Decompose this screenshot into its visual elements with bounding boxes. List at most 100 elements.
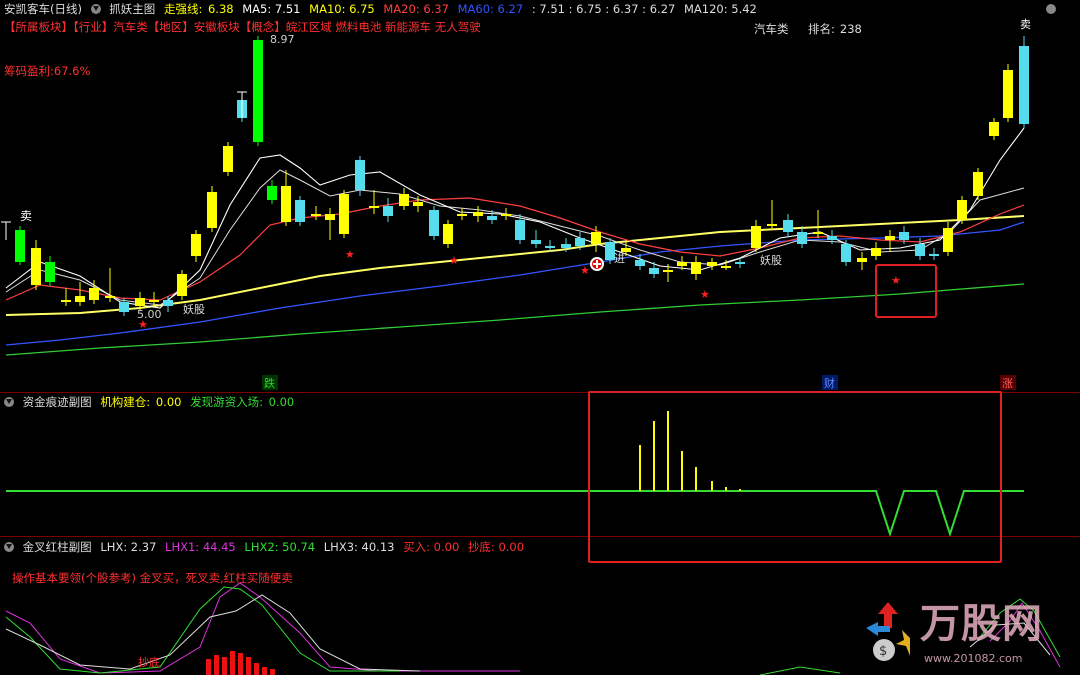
candle-body: [61, 300, 71, 302]
main-chart-panel[interactable]: 安凯客车(日线) 抓妖主图 走强线: 6.38 MA5: 7.51 MA10: …: [0, 0, 1080, 392]
candle-body: [135, 298, 145, 306]
brand-name: 万股网: [920, 601, 1043, 647]
red-column: [262, 667, 267, 675]
candle-body: [413, 202, 423, 206]
candle-body: [1003, 70, 1013, 118]
candle-body: [501, 214, 511, 216]
candle-body: [45, 262, 55, 282]
red-column: [214, 655, 219, 675]
candle-body: [515, 220, 525, 240]
candle-body: [105, 296, 115, 298]
candle-body: [989, 122, 999, 136]
top-marker: [1, 221, 11, 240]
red-column: [230, 651, 235, 675]
candle-body: [663, 270, 673, 272]
candle-body: [677, 262, 687, 266]
candle-body: [207, 192, 217, 228]
candlestick-chart[interactable]: 8.97 5.00 卖 卖 妖股 妖股 进 ★★ ★★★★ 跌 财 涨: [0, 0, 1080, 392]
signal-cai: 财: [824, 376, 835, 390]
candle-body: [191, 234, 201, 256]
candle-body: [885, 236, 895, 240]
candle-body: [751, 226, 761, 248]
candle-body: [813, 232, 823, 234]
candle-body: [177, 274, 187, 296]
brand-url: www.201082.com: [924, 652, 1023, 665]
sell-signal-left: 卖: [20, 209, 32, 223]
signal-zhang: 涨: [1002, 377, 1013, 390]
watermark: $ 万股网 www.201082.com: [858, 598, 1068, 672]
svg-text:$: $: [879, 644, 887, 659]
red-column: [238, 653, 243, 675]
candle-body: [383, 206, 393, 216]
lhx2-line: [759, 666, 841, 675]
ma5-line: [5, 127, 1025, 309]
candle-body: [487, 216, 497, 220]
candle-body: [355, 160, 365, 190]
lhx2-line: [5, 586, 400, 674]
candle-body: [15, 230, 25, 262]
candle-body: [339, 194, 349, 234]
candle-body: [457, 214, 467, 216]
lhx3-line: [5, 594, 421, 672]
candle-body: [325, 214, 335, 220]
candle-body: [721, 266, 731, 268]
ma60-line: [5, 221, 1025, 346]
candle-body: [223, 146, 233, 172]
red-column: [270, 669, 275, 675]
brand-logo-icon: $: [866, 602, 910, 661]
red-column: [206, 659, 211, 675]
candle-body: [1019, 46, 1029, 124]
red-column: [246, 657, 251, 675]
candle-body: [163, 300, 173, 306]
candle-body: [591, 232, 601, 244]
yaogu-label-2: 妖股: [760, 253, 782, 267]
candle-body: [871, 248, 881, 256]
candle-body: [973, 172, 983, 196]
highlight-box: [875, 264, 937, 318]
candle-body: [899, 232, 909, 240]
candle-body: [827, 236, 837, 240]
candle-body: [767, 224, 777, 226]
candle-body: [545, 246, 555, 248]
candle-body: [735, 262, 745, 264]
candle-body: [295, 200, 305, 222]
red-column: [254, 663, 259, 675]
candle-body: [797, 232, 807, 244]
candle-body: [399, 194, 409, 206]
candle-body: [429, 210, 439, 236]
star-icon: ★: [580, 264, 590, 277]
candle-body: [575, 238, 585, 246]
candle-body: [119, 302, 129, 312]
candle-body: [943, 228, 953, 252]
star-icon: ★: [345, 248, 355, 261]
red-column: [222, 657, 227, 675]
signal-die: 跌: [264, 376, 275, 390]
star-icon: ★: [138, 318, 148, 331]
candle-body: [691, 262, 701, 274]
candle-body: [929, 254, 939, 256]
candle-body: [75, 296, 85, 302]
candle-body: [31, 248, 41, 285]
candle-body: [635, 260, 645, 266]
candle-body: [857, 258, 867, 262]
candle-body: [443, 224, 453, 244]
candle-body: [531, 240, 541, 244]
chaodi-label: 抄底: [138, 655, 160, 669]
buy-target-icon: [590, 257, 604, 271]
candle-body: [281, 186, 291, 222]
signal-highlight-box: [588, 391, 1002, 563]
high-price-label: 8.97: [270, 33, 295, 46]
candle-body: [783, 220, 793, 232]
candle-body: [473, 212, 483, 216]
candle-body: [311, 214, 321, 216]
lhx1-line: [5, 582, 520, 674]
candle-body: [841, 244, 851, 262]
candle-body: [957, 200, 967, 220]
candle-body: [149, 300, 159, 302]
yaogu-label-1: 妖股: [183, 302, 205, 316]
candle-body: [915, 244, 925, 256]
candle-body: [649, 268, 659, 274]
candle-body: [253, 40, 263, 142]
candle-body: [561, 244, 571, 248]
jin-label: 进: [614, 252, 625, 265]
